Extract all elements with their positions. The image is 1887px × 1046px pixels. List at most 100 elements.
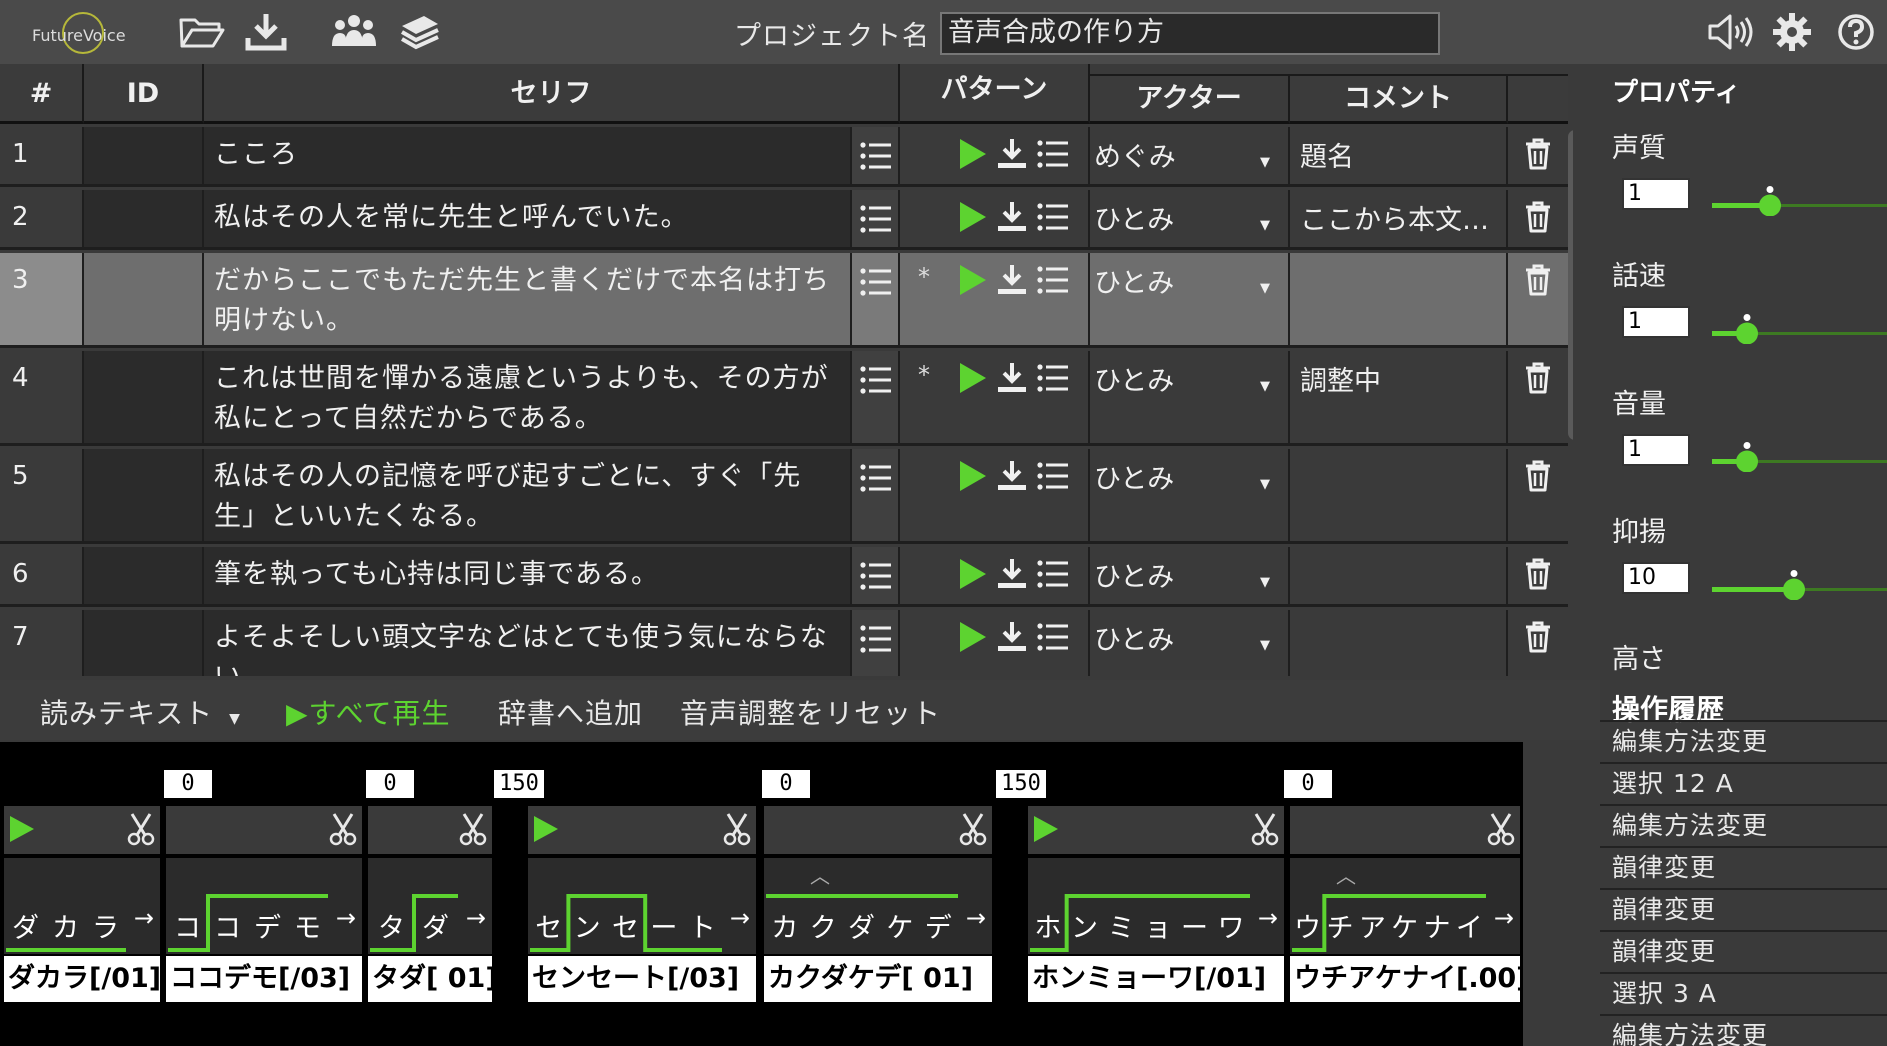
play-icon[interactable] xyxy=(958,263,988,301)
pause-length-input[interactable]: 0 xyxy=(366,770,414,798)
list-icon[interactable] xyxy=(1036,137,1070,175)
reset-adjust-button[interactable]: 音声調整をリセット xyxy=(680,692,941,732)
speed-input[interactable]: 1 xyxy=(1622,306,1690,338)
actor-select[interactable]: ひとみ ▼ xyxy=(1090,190,1290,247)
users-icon[interactable] xyxy=(330,12,376,52)
row-id[interactable] xyxy=(84,190,204,247)
comment-cell[interactable]: 題名 xyxy=(1290,127,1508,184)
download-icon[interactable] xyxy=(996,459,1028,497)
actor-select[interactable]: ひとみ ▼ xyxy=(1090,449,1290,541)
comment-cell[interactable]: 調整中 xyxy=(1290,351,1508,443)
table-row[interactable]: 7 よそよそしい頭文字などはとても使う気にならな い。 ひとみ ▼ xyxy=(0,610,1568,676)
delete-row-button[interactable] xyxy=(1508,449,1568,541)
comment-cell[interactable]: ここから本文… xyxy=(1290,190,1508,247)
accent-phrase[interactable]: ︿ カクダケデ → カクダケデ[ 01] xyxy=(764,806,992,1006)
play-icon[interactable] xyxy=(958,361,988,399)
delete-row-button[interactable] xyxy=(1508,547,1568,604)
list-icon[interactable] xyxy=(1036,361,1070,399)
list-icon[interactable] xyxy=(1036,263,1070,301)
voice-quality-input[interactable]: 1 xyxy=(1622,178,1690,210)
pitch-curve-area[interactable]: センセート → xyxy=(528,858,756,954)
download-icon[interactable] xyxy=(996,361,1028,399)
accent-phrase[interactable]: ︿ ウチアケナイ → ウチアケナイ[.00] xyxy=(1290,806,1520,1006)
row-menu-button[interactable] xyxy=(852,351,900,443)
row-id[interactable] xyxy=(84,351,204,443)
pause-length-input[interactable]: 0 xyxy=(762,770,810,798)
table-row[interactable]: 2 私はその人を常に先生と呼んでいた。 ひとみ ▼ ここから本文… xyxy=(0,190,1568,250)
pause-length-input[interactable]: 150 xyxy=(494,770,544,798)
accent-phrase[interactable]: ホンミョーワ → ホンミョーワ[/01] xyxy=(1028,806,1284,1006)
row-dialogue-text[interactable]: だからここでもただ先生と書くだけで本名は打ち 明けない。 xyxy=(204,253,852,345)
download-icon[interactable] xyxy=(996,263,1028,301)
volume-slider[interactable] xyxy=(1712,442,1887,473)
delete-row-button[interactable] xyxy=(1508,127,1568,184)
intonation-input[interactable]: 10 xyxy=(1622,562,1690,594)
row-menu-button[interactable] xyxy=(852,253,900,345)
accent-phrase[interactable]: センセート → センセート[/03] xyxy=(528,806,756,1006)
row-menu-button[interactable] xyxy=(852,127,900,184)
download-icon[interactable] xyxy=(996,200,1028,238)
pitch-curve-area[interactable]: ココデモ → xyxy=(166,858,362,954)
list-icon[interactable] xyxy=(1036,620,1070,658)
table-row[interactable]: 1 こころ めぐみ ▼ 題名 xyxy=(0,127,1568,187)
accent-phrase[interactable]: ダカラ → ダカラ[/01] xyxy=(4,806,160,1006)
row-id[interactable] xyxy=(84,253,204,345)
delete-row-button[interactable] xyxy=(1508,253,1568,345)
history-item[interactable]: 編集方法変更 xyxy=(1600,804,1887,844)
actor-select[interactable]: めぐみ ▼ xyxy=(1090,127,1290,184)
download-icon[interactable] xyxy=(996,620,1028,658)
accent-phrase[interactable]: ココデモ → ココデモ[/03] xyxy=(166,806,362,1006)
play-icon[interactable] xyxy=(958,620,988,658)
table-row[interactable]: 3 だからここでもただ先生と書くだけで本名は打ち 明けない。 * ひとみ ▼ xyxy=(0,253,1568,348)
actor-select[interactable]: ひとみ ▼ xyxy=(1090,610,1290,676)
table-scrollbar[interactable] xyxy=(1568,130,1573,440)
list-icon[interactable] xyxy=(1036,557,1070,595)
accent-phrase[interactable]: タダ → タダ[ 01] xyxy=(368,806,492,1006)
pitch-curve-area[interactable]: タダ → xyxy=(368,858,492,954)
row-menu-button[interactable] xyxy=(852,449,900,541)
history-item[interactable]: 編集方法変更 xyxy=(1600,1014,1887,1046)
play-icon[interactable] xyxy=(958,137,988,175)
history-item[interactable]: 選択 12 A xyxy=(1600,762,1887,802)
history-item[interactable]: 編集方法変更 xyxy=(1600,720,1887,760)
open-folder-icon[interactable] xyxy=(178,12,225,52)
row-menu-button[interactable] xyxy=(852,610,900,676)
download-icon[interactable] xyxy=(244,12,288,52)
speed-slider[interactable] xyxy=(1712,314,1887,345)
pause-length-input[interactable]: 0 xyxy=(1284,770,1332,798)
layers-icon[interactable] xyxy=(398,12,442,52)
project-name-input[interactable]: 音声合成の作り方 xyxy=(940,12,1440,55)
delete-row-button[interactable] xyxy=(1508,351,1568,443)
pitch-curve-area[interactable]: ︿ ウチアケナイ → xyxy=(1290,858,1520,954)
play-all-button[interactable]: ▶すべて再生 xyxy=(286,692,450,732)
history-item[interactable]: 韻律変更 xyxy=(1600,888,1887,928)
row-id[interactable] xyxy=(84,449,204,541)
row-menu-button[interactable] xyxy=(852,190,900,247)
pause-length-input[interactable]: 0 xyxy=(164,770,212,798)
row-dialogue-text[interactable]: これは世間を憚かる遠慮というよりも、その方が 私にとって自然だからである。 xyxy=(204,351,852,443)
delete-row-button[interactable] xyxy=(1508,190,1568,247)
table-row[interactable]: 4 これは世間を憚かる遠慮というよりも、その方が 私にとって自然だからである。 … xyxy=(0,351,1568,446)
row-dialogue-text[interactable]: 筆を執っても心持は同じ事である。 xyxy=(204,547,852,604)
history-item[interactable]: 韻律変更 xyxy=(1600,930,1887,970)
play-icon[interactable] xyxy=(958,557,988,595)
actor-select[interactable]: ひとみ ▼ xyxy=(1090,253,1290,345)
intonation-slider[interactable] xyxy=(1712,570,1887,601)
pitch-curve-area[interactable]: ダカラ → xyxy=(4,858,160,954)
play-icon[interactable] xyxy=(958,459,988,497)
help-icon[interactable] xyxy=(1836,12,1880,52)
volume-input[interactable]: 1 xyxy=(1622,434,1690,466)
delete-row-button[interactable] xyxy=(1508,610,1568,676)
list-icon[interactable] xyxy=(1036,459,1070,497)
row-dialogue-text[interactable]: よそよそしい頭文字などはとても使う気にならな い。 xyxy=(204,610,852,676)
row-id[interactable] xyxy=(84,127,204,184)
read-text-dropdown[interactable]: 読みテキスト ▼ xyxy=(40,692,241,732)
pitch-curve-area[interactable]: ︿ カクダケデ → xyxy=(764,858,992,954)
play-icon[interactable] xyxy=(958,200,988,238)
row-id[interactable] xyxy=(84,610,204,676)
list-icon[interactable] xyxy=(1036,200,1070,238)
voice-quality-slider[interactable] xyxy=(1712,186,1887,217)
comment-cell[interactable] xyxy=(1290,547,1508,604)
download-icon[interactable] xyxy=(996,557,1028,595)
pitch-curve-area[interactable]: ホンミョーワ → xyxy=(1028,858,1284,954)
